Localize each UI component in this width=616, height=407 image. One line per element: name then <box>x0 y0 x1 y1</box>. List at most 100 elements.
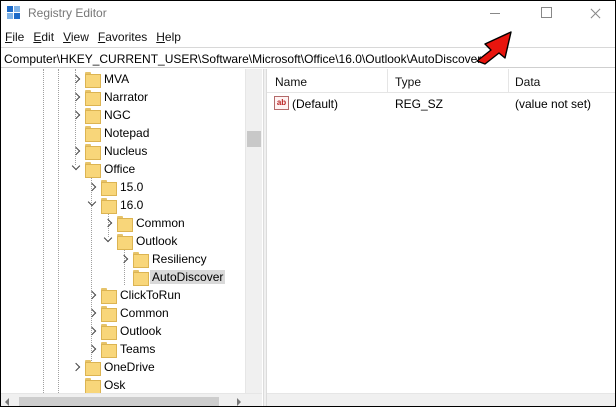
folder-icon <box>85 72 101 88</box>
tree-item-label: Outlook <box>136 234 178 248</box>
chevron-right-icon[interactable] <box>71 358 83 376</box>
chevron-right-icon[interactable] <box>103 214 115 232</box>
tree-item-label: AutoDiscover <box>150 270 226 284</box>
menu-edit[interactable]: Edit <box>29 28 59 46</box>
tree-item-nucleus[interactable]: Nucleus <box>1 142 245 160</box>
folder-icon <box>117 234 133 250</box>
tree-scroll-thumb[interactable] <box>247 131 261 147</box>
column-separator[interactable] <box>387 69 388 93</box>
chevron-down-icon[interactable] <box>87 196 99 214</box>
string-value-icon: ab <box>274 96 289 110</box>
column-header-name[interactable]: Name <box>275 75 307 89</box>
column-separator[interactable] <box>508 69 509 93</box>
chevron-right-icon[interactable] <box>71 106 83 124</box>
tree-item-label: Common <box>136 216 185 230</box>
tree-item-label: ClickToRun <box>120 288 181 302</box>
chevron-right-icon[interactable] <box>87 178 99 196</box>
value-name: (Default) <box>292 97 339 111</box>
chevron-right-icon[interactable] <box>87 304 99 322</box>
tree-item-clicktorun[interactable]: ClickToRun <box>1 286 245 304</box>
registry-editor-window: Registry Editor File Edit View Favorites Hel… <box>0 0 616 407</box>
registry-editor-app-icon <box>7 6 21 20</box>
tree-item-common[interactable]: Common <box>1 304 245 322</box>
chevron-right-icon[interactable] <box>87 322 99 340</box>
tree-item-resiliency[interactable]: Resiliency <box>1 250 245 268</box>
folder-icon <box>133 252 149 268</box>
folder-icon <box>85 378 101 393</box>
folder-icon <box>85 126 101 142</box>
tree-item-autodiscover[interactable]: AutoDiscover <box>1 268 245 286</box>
key-tree-pane[interactable]: MVA Narrator NGC Notepad Nucleus Office 15.0 16… <box>1 69 263 406</box>
value-type: REG_SZ <box>395 97 444 111</box>
window-title: Registry Editor <box>28 6 107 20</box>
tree-item-osk[interactable]: Osk <box>1 376 245 393</box>
close-icon[interactable] <box>572 1 615 26</box>
menu-favorites[interactable]: Favorites <box>94 28 152 46</box>
tree-item-notepad[interactable]: Notepad <box>1 124 245 142</box>
scroll-right-icon[interactable] <box>237 398 241 406</box>
tree-item-label: Nucleus <box>104 144 148 158</box>
folder-icon <box>101 342 117 358</box>
minimize-icon[interactable] <box>473 1 519 26</box>
red-arrow-icon <box>476 31 512 65</box>
folder-icon <box>85 90 101 106</box>
chevron-down-icon[interactable] <box>71 160 83 178</box>
chevron-right-icon[interactable] <box>71 70 83 88</box>
menu-help[interactable]: Help <box>152 28 186 46</box>
chevron-right-icon[interactable] <box>87 340 99 358</box>
tree-item-outlook[interactable]: Outlook <box>1 322 245 340</box>
tree-item-ngc[interactable]: NGC <box>1 106 245 124</box>
title-bar[interactable]: Registry Editor <box>1 1 615 26</box>
tree-vertical-scrollbar[interactable] <box>245 69 262 393</box>
menu-file[interactable]: File <box>1 28 29 46</box>
folder-icon <box>85 108 101 124</box>
folder-icon <box>101 306 117 322</box>
list-horizontal-scrollbar[interactable] <box>267 393 615 406</box>
tree-item-label: Osk <box>104 378 126 392</box>
tree-item-label: Notepad <box>104 126 150 140</box>
tree-item-mva[interactable]: MVA <box>1 70 245 88</box>
chevron-right-icon[interactable] <box>71 88 83 106</box>
folder-icon <box>133 270 149 286</box>
key-tree[interactable]: MVA Narrator NGC Notepad Nucleus Office 15.0 16… <box>1 69 245 393</box>
scroll-left-icon[interactable] <box>5 398 9 406</box>
tree-item-label: OneDrive <box>104 360 155 374</box>
chevron-down-icon[interactable] <box>103 232 115 250</box>
tree-item-label: 15.0 <box>120 180 144 194</box>
address-bar[interactable]: Computer\HKEY_CURRENT_USER\Software\Micr… <box>1 47 615 68</box>
folder-icon <box>101 288 117 304</box>
column-header-type[interactable]: Type <box>395 75 421 89</box>
folder-icon <box>85 144 101 160</box>
tree-item-teams[interactable]: Teams <box>1 340 245 358</box>
menu-bar: File Edit View Favorites Help <box>1 28 615 46</box>
folder-icon <box>85 162 101 178</box>
chevron-right-icon[interactable] <box>71 142 83 160</box>
tree-item-common[interactable]: Common <box>1 214 245 232</box>
tree-item-label: 16.0 <box>120 198 144 212</box>
tree-hscroll-thumb[interactable] <box>19 397 219 406</box>
tree-item-label: Resiliency <box>152 252 207 266</box>
menu-view[interactable]: View <box>59 28 94 46</box>
column-header-data[interactable]: Data <box>515 75 540 89</box>
chevron-right-icon[interactable] <box>87 286 99 304</box>
tree-item-16-0[interactable]: 16.0 <box>1 196 245 214</box>
tree-item-narrator[interactable]: Narrator <box>1 88 245 106</box>
tree-item-label: Common <box>120 306 169 320</box>
folder-icon <box>85 360 101 376</box>
value-data: (value not set) <box>515 97 592 111</box>
address-path[interactable]: Computer\HKEY_CURRENT_USER\Software\Micr… <box>4 52 481 66</box>
folder-icon <box>101 180 117 196</box>
maximize-icon[interactable] <box>523 1 569 26</box>
tree-item-label: NGC <box>104 108 131 122</box>
tree-item-outlook[interactable]: Outlook <box>1 232 245 250</box>
list-item[interactable]: ab (Default) REG_SZ (value not set) <box>267 95 615 113</box>
tree-item-onedrive[interactable]: OneDrive <box>1 358 245 376</box>
tree-item-15-0[interactable]: 15.0 <box>1 178 245 196</box>
folder-icon <box>101 324 117 340</box>
folder-icon <box>101 198 117 214</box>
chevron-right-icon[interactable] <box>119 250 131 268</box>
values-list-pane[interactable]: Name Type Data ab (Default) REG_SZ (valu… <box>267 69 615 406</box>
tree-item-office[interactable]: Office <box>1 160 245 178</box>
folder-icon <box>117 216 133 232</box>
tree-horizontal-scrollbar[interactable] <box>1 393 262 406</box>
